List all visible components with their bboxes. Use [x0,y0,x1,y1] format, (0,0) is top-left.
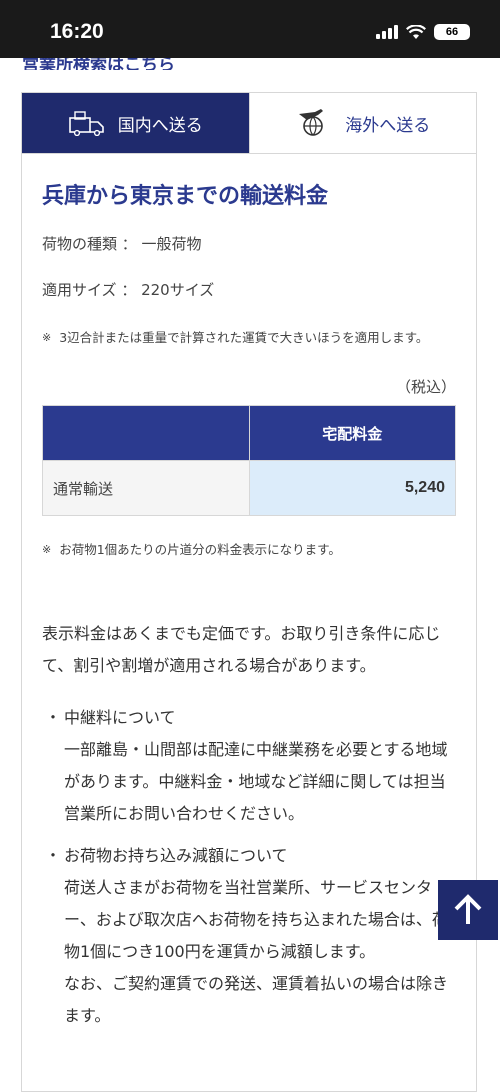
info-list: ・ 中継料について 一部離島・山間部は配達に中継業務を必要とする地域があります。… [42,702,456,1032]
tab-domestic[interactable]: 国内へ送る [22,93,249,153]
truck-box-icon [68,111,104,136]
applied-size: 適用サイズ ： 220サイズ [42,281,215,299]
tab-international-label: 海外へ送る [345,115,431,136]
back-to-top-button[interactable] [438,880,498,940]
tab-bar: 国内へ送る 海外へ送る [22,93,476,154]
signal-icon [376,25,398,39]
list-item: ・ お荷物お持ち込み減額について 荷送人さまがお荷物を当社営業所、サービスセンタ… [42,840,456,1032]
price-table: 宅配料金 通常輸送 5,240 [42,405,456,516]
tax-included-label: （税込） [395,378,456,396]
list-item: ・ 中継料について 一部離島・山間部は配達に中継業務を必要とする地域があります。… [42,702,456,830]
result-heading: 兵庫から東京までの輸送料金 [42,184,329,209]
battery-level: 66 [445,26,459,38]
battery-icon: 66 [434,24,470,40]
per-item-note: ※ お荷物1個あたりの片道分の料金表示になります。 [42,538,456,562]
price-disclaimer: 表示料金はあくまでも定価です。お取り引き条件に応じて、割引や割増が適用される場合… [42,624,441,675]
status-icons: 66 [376,24,470,40]
price-table-header-empty [42,405,250,461]
bullet-mark: ・ [44,708,61,727]
cargo-type: 荷物の種類 ： 一般荷物 [42,235,202,253]
status-bar: 16:20 66 [0,0,500,58]
note-mark: ※ [42,543,52,556]
status-time: 16:20 [50,20,104,43]
dropoff-discount-body: 荷送人さまがお荷物を当社営業所、サービスセンター、および取次店へお荷物を持ち込ま… [64,878,448,961]
shipping-result-card: 国内へ送る 海外へ送る 兵庫から東京までの輸送料金 荷物の種類 ： 一般荷物 適… [21,92,477,1092]
tab-domestic-label: 国内へ送る [117,115,203,136]
price-table-header: 宅配料金 [42,405,456,461]
price-table-header-delivery: 宅配料金 [248,405,456,461]
relay-fee-body: 一部離島・山間部は配達に中継業務を必要とする地域があります。中継料金・地域など詳… [64,740,448,823]
tab-international[interactable]: 海外へ送る [248,93,476,153]
bullet-mark: ・ [44,846,61,865]
dropoff-discount-title: お荷物お持ち込み減額について [64,846,288,865]
result-content: 兵庫から東京までの輸送料金 荷物の種類 ： 一般荷物 適用サイズ ： 220サイ… [22,182,476,1032]
arrow-up-icon [454,894,482,924]
table-row: 通常輸送 5,240 [42,460,456,516]
note-mark: ※ [42,331,52,344]
plane-globe-icon [299,109,324,136]
per-item-note-text: お荷物1個あたりの片道分の料金表示になります。 [59,542,341,557]
row-label: 通常輸送 [42,460,250,516]
size-note: ※ 3辺合計または重量で計算された運賃で大きいほうを適用します。 [42,326,456,350]
size-note-text: 3辺合計または重量で計算された運賃で大きいほうを適用します。 [59,330,429,345]
relay-fee-title: 中継料について [64,708,176,727]
wifi-icon [406,24,426,39]
row-price: 5,240 [248,460,456,516]
dropoff-discount-extra: なお、ご契約運賃での発送、運賃着払いの場合は除きます。 [64,974,449,1025]
